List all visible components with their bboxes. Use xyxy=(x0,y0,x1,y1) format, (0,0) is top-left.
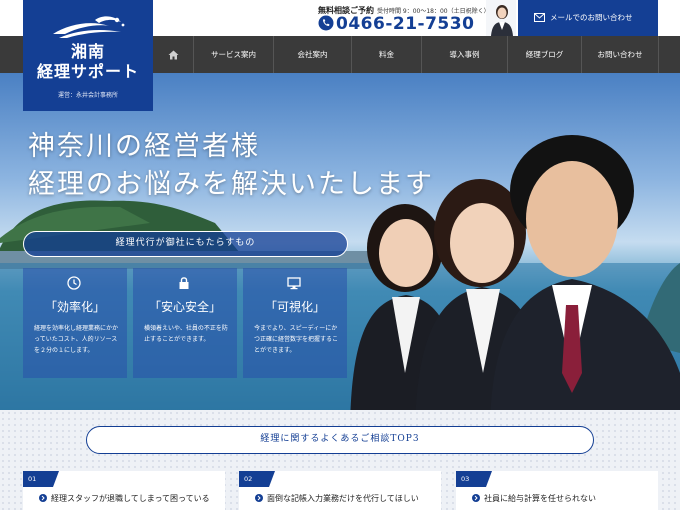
benefit-heading: 経理代行が御社にもたらすもの xyxy=(23,231,348,257)
mail-icon xyxy=(534,13,545,22)
faq-text: 面倒な記帳入力業務だけを代行してほしい xyxy=(255,493,419,504)
benefit-description: 経理を効率化し経理業務にかかっていたコスト、人的リソースを２分の１にします。 xyxy=(34,325,119,354)
operator-photo xyxy=(486,0,516,36)
phone-contact[interactable]: 無料相談ご予約 受付時間 9：00～18：00（土日祝除く） 0466-21-75… xyxy=(316,0,516,36)
faq-card[interactable]: 01 経理スタッフが退職してしまって困っている xyxy=(23,471,225,510)
chevron-right-icon xyxy=(255,494,263,502)
home-icon xyxy=(168,50,178,60)
benefit-title: 「可視化」 xyxy=(264,300,325,314)
chevron-right-icon xyxy=(472,494,480,502)
nav-case-studies[interactable]: 導入事例 xyxy=(421,36,507,73)
phone-number[interactable]: 0466-21-7530 xyxy=(336,14,474,34)
lock-icon xyxy=(179,277,189,289)
logo-title: 湘南 経理サポート xyxy=(36,42,139,81)
nav-company[interactable]: 会社案内 xyxy=(273,36,351,73)
faq-number: 03 xyxy=(456,471,486,487)
clock-icon xyxy=(67,276,81,290)
faq-section: 経理に関するよくあるご相談TOP3 01 経理スタッフが退職してしまって困ってい… xyxy=(0,410,680,510)
email-contact-button[interactable]: メールでのお問い合わせ xyxy=(518,0,658,36)
nav-blog[interactable]: 経理ブログ xyxy=(507,36,581,73)
benefit-description: 今までより、スピーディーにかつ正確に経営数字を把握することができます。 xyxy=(254,325,339,354)
benefit-card-efficiency: 「効率化」 経理を効率化し経理業務にかかっていたコスト、人的リソースを２分の１に… xyxy=(23,268,127,378)
faq-number-tab xyxy=(486,471,492,487)
faq-number-tab xyxy=(269,471,275,487)
nav-services[interactable]: サービス案内 xyxy=(193,36,273,73)
benefit-title: 「効率化」 xyxy=(44,300,105,314)
nav-contact[interactable]: お問い合わせ xyxy=(581,36,659,73)
nav-pricing[interactable]: 料金 xyxy=(351,36,421,73)
faq-number-tab xyxy=(53,471,59,487)
site-logo[interactable]: 湘南 経理サポート 運営：永井会計事務所 xyxy=(23,0,153,111)
benefit-title: 「安心安全」 xyxy=(148,300,221,314)
phone-icon xyxy=(318,15,334,31)
faq-heading: 経理に関するよくあるご相談TOP3 xyxy=(86,426,594,454)
monitor-icon xyxy=(287,277,301,290)
faq-number: 02 xyxy=(239,471,269,487)
email-contact-label: メールでのお問い合わせ xyxy=(550,13,633,22)
faq-number: 01 xyxy=(23,471,53,487)
hero-section: 神奈川の経営者様 経理のお悩みを解決いたします 経理代行が御社にもたらすもの 「… xyxy=(0,73,680,425)
benefit-card-security: 「安心安全」 横領着えいや、社員の不正を防止することができます。 xyxy=(133,268,237,378)
faq-card[interactable]: 02 面倒な記帳入力業務だけを代行してほしい xyxy=(239,471,441,510)
hero-headline: 神奈川の経営者様 経理のお悩みを解決いたします xyxy=(28,131,434,200)
wave-logo-icon xyxy=(53,16,125,38)
benefit-description: 横領着えいや、社員の不正を防止することができます。 xyxy=(144,325,228,343)
chevron-right-icon xyxy=(39,494,47,502)
benefit-card-visibility: 「可視化」 今までより、スピーディーにかつ正確に経営数字を把握することができます… xyxy=(243,268,347,378)
faq-card[interactable]: 03 社員に給与計算を任せられない xyxy=(456,471,658,510)
faq-text: 経理スタッフが退職してしまって困っている xyxy=(39,493,210,504)
nav-home[interactable] xyxy=(153,36,193,73)
faq-text: 社員に給与計算を任せられない xyxy=(472,493,596,504)
logo-subtitle: 運営：永井会計事務所 xyxy=(57,92,118,99)
